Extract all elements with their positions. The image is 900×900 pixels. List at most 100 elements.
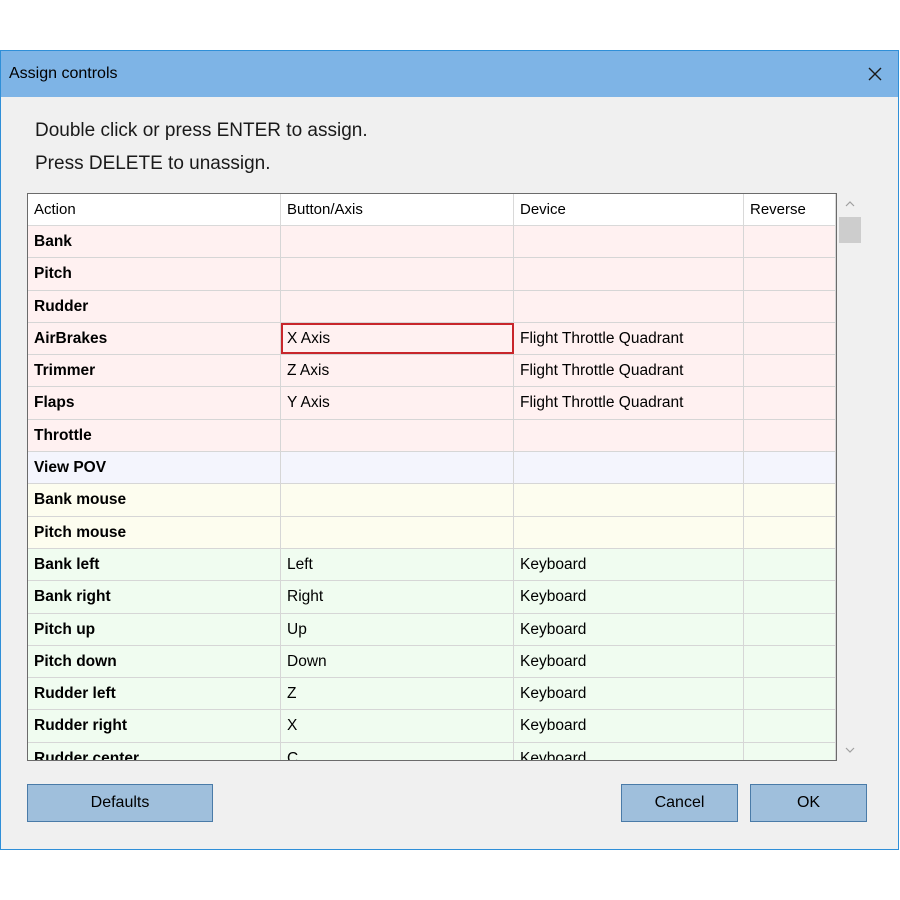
action-cell[interactable]: Flaps xyxy=(28,387,281,419)
table-row[interactable]: Trimmer Z Axis Flight Throttle Quadrant xyxy=(28,355,836,388)
button-axis-cell[interactable]: X xyxy=(281,710,514,742)
button-axis-cell[interactable] xyxy=(281,516,514,548)
column-header-device[interactable]: Device xyxy=(514,194,744,226)
device-cell[interactable]: Keyboard xyxy=(514,678,744,710)
table-row[interactable]: Flaps Y Axis Flight Throttle Quadrant xyxy=(28,387,836,420)
table-row[interactable]: Pitch mouse xyxy=(28,516,836,549)
action-cell[interactable]: Pitch xyxy=(28,258,281,290)
button-axis-cell[interactable] xyxy=(281,484,514,516)
controls-grid[interactable]: Action Button/Axis Device Reverse Bank Pi… xyxy=(27,193,837,761)
table-row[interactable]: Throttle xyxy=(28,419,836,453)
reverse-cell[interactable] xyxy=(744,387,836,419)
device-cell[interactable] xyxy=(514,226,744,258)
table-row[interactable]: Rudder right X Keyboard xyxy=(28,710,836,743)
reverse-cell[interactable] xyxy=(744,516,836,548)
device-cell[interactable]: Keyboard xyxy=(514,548,744,581)
table-row[interactable]: Bank xyxy=(28,226,836,259)
reverse-cell[interactable] xyxy=(744,419,836,452)
button-axis-cell[interactable]: Left xyxy=(281,548,514,581)
button-axis-cell[interactable]: C xyxy=(281,742,514,760)
button-axis-cell[interactable] xyxy=(281,290,514,322)
button-axis-cell[interactable]: X Axis xyxy=(281,322,514,355)
table-row[interactable]: Rudder xyxy=(28,290,836,323)
device-cell[interactable] xyxy=(514,484,744,516)
action-cell[interactable]: Bank xyxy=(28,226,281,258)
reverse-cell[interactable] xyxy=(744,452,836,484)
button-axis-cell[interactable] xyxy=(281,452,514,484)
action-cell[interactable]: Trimmer xyxy=(28,355,281,387)
chevron-up-icon xyxy=(845,201,855,207)
device-cell[interactable] xyxy=(514,290,744,322)
grid-header: Action Button/Axis Device Reverse xyxy=(28,194,836,226)
reverse-cell[interactable] xyxy=(744,678,836,710)
action-cell[interactable]: Pitch down xyxy=(28,645,281,678)
reverse-cell[interactable] xyxy=(744,355,836,387)
scroll-down-button[interactable] xyxy=(837,739,863,761)
reverse-cell[interactable] xyxy=(744,645,836,678)
button-axis-cell[interactable]: Y Axis xyxy=(281,387,514,419)
action-cell[interactable]: Bank left xyxy=(28,548,281,581)
close-button[interactable] xyxy=(852,51,898,97)
reverse-cell[interactable] xyxy=(744,581,836,613)
cancel-button[interactable]: Cancel xyxy=(621,784,738,822)
device-cell[interactable]: Flight Throttle Quadrant xyxy=(514,355,744,387)
table-row[interactable]: Bank right Right Keyboard xyxy=(28,581,836,614)
device-cell[interactable] xyxy=(514,258,744,290)
table-row[interactable]: View POV xyxy=(28,452,836,485)
reverse-cell[interactable] xyxy=(744,226,836,258)
action-cell[interactable]: View POV xyxy=(28,452,281,484)
table-row[interactable]: Bank left Left Keyboard xyxy=(28,548,836,582)
action-cell[interactable]: AirBrakes xyxy=(28,322,281,355)
table-row[interactable]: Rudder left Z Keyboard xyxy=(28,678,836,711)
action-cell[interactable]: Throttle xyxy=(28,419,281,452)
device-cell[interactable] xyxy=(514,516,744,548)
action-cell[interactable]: Pitch up xyxy=(28,613,281,645)
reverse-cell[interactable] xyxy=(744,484,836,516)
reverse-cell[interactable] xyxy=(744,613,836,645)
table-row[interactable]: AirBrakes X Axis Flight Throttle Quadrant xyxy=(28,322,836,356)
defaults-button[interactable]: Defaults xyxy=(27,784,213,822)
column-header-button-axis[interactable]: Button/Axis xyxy=(281,194,514,226)
device-cell[interactable]: Flight Throttle Quadrant xyxy=(514,387,744,419)
button-axis-cell[interactable]: Up xyxy=(281,613,514,645)
device-cell[interactable]: Flight Throttle Quadrant xyxy=(514,322,744,355)
device-cell[interactable]: Keyboard xyxy=(514,645,744,678)
button-axis-cell[interactable] xyxy=(281,226,514,258)
button-axis-cell[interactable] xyxy=(281,419,514,452)
action-cell[interactable]: Rudder left xyxy=(28,678,281,710)
reverse-cell[interactable] xyxy=(744,290,836,322)
table-row[interactable]: Pitch up Up Keyboard xyxy=(28,613,836,646)
table-row[interactable]: Pitch down Down Keyboard xyxy=(28,645,836,679)
action-cell[interactable]: Bank right xyxy=(28,581,281,613)
reverse-cell[interactable] xyxy=(744,710,836,742)
action-cell[interactable]: Rudder center xyxy=(28,742,281,760)
reverse-cell[interactable] xyxy=(744,258,836,290)
table-row[interactable]: Rudder center C Keyboard xyxy=(28,742,836,760)
vertical-scrollbar[interactable] xyxy=(837,193,863,761)
device-cell[interactable]: Keyboard xyxy=(514,742,744,760)
device-cell[interactable]: Keyboard xyxy=(514,710,744,742)
reverse-cell[interactable] xyxy=(744,548,836,581)
button-axis-cell[interactable]: Right xyxy=(281,581,514,613)
column-header-reverse[interactable]: Reverse xyxy=(744,194,836,226)
action-cell[interactable]: Pitch mouse xyxy=(28,516,281,548)
button-axis-cell[interactable]: Down xyxy=(281,645,514,678)
action-cell[interactable]: Bank mouse xyxy=(28,484,281,516)
device-cell[interactable] xyxy=(514,452,744,484)
action-cell[interactable]: Rudder right xyxy=(28,710,281,742)
reverse-cell[interactable] xyxy=(744,742,836,760)
device-cell[interactable]: Keyboard xyxy=(514,613,744,645)
ok-button[interactable]: OK xyxy=(750,784,867,822)
action-cell[interactable]: Rudder xyxy=(28,290,281,322)
column-header-action[interactable]: Action xyxy=(28,194,281,226)
button-axis-cell[interactable] xyxy=(281,258,514,290)
device-cell[interactable] xyxy=(514,419,744,452)
table-row[interactable]: Pitch xyxy=(28,258,836,291)
reverse-cell[interactable] xyxy=(744,322,836,355)
button-axis-cell[interactable]: Z xyxy=(281,678,514,710)
scroll-thumb[interactable] xyxy=(839,217,861,243)
button-axis-cell[interactable]: Z Axis xyxy=(281,355,514,387)
device-cell[interactable]: Keyboard xyxy=(514,581,744,613)
scroll-up-button[interactable] xyxy=(837,193,863,215)
table-row[interactable]: Bank mouse xyxy=(28,484,836,517)
